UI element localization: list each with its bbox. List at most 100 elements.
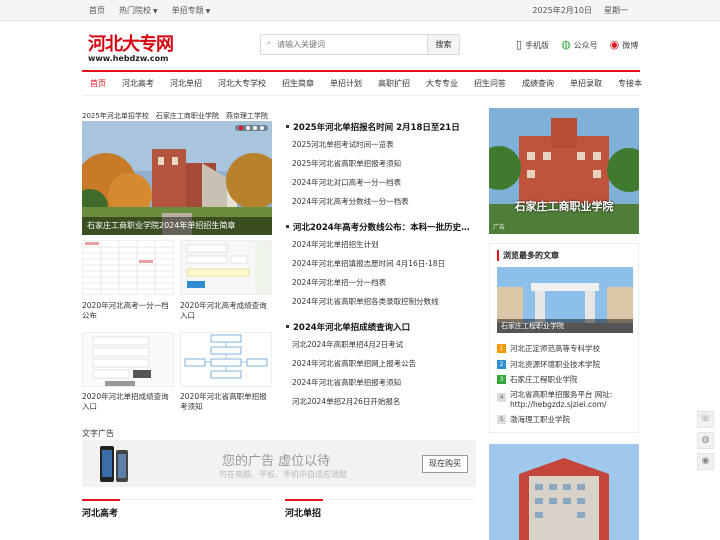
news-item[interactable]: 2025河北单招考试时间一览表 bbox=[285, 135, 475, 154]
top-link-single-topic[interactable]: 单招专题 ▼ bbox=[172, 5, 211, 16]
news-item[interactable]: 2024年河北省高职单招报考须知 bbox=[285, 373, 475, 392]
list-item[interactable]: 3 石家庄工程职业学院 bbox=[497, 372, 637, 388]
nav-item-majors[interactable]: 大专专业 bbox=[418, 72, 466, 95]
news-item[interactable]: 2024年河北单招一分一档表 bbox=[285, 273, 475, 292]
most-viewed-box: 浏览最多的文章 石家庄工程职业学院 1 河北正定师范高等专科学校 2 河北资源环境职… bbox=[489, 243, 639, 433]
right-school-image[interactable] bbox=[489, 444, 639, 540]
slide-dot[interactable] bbox=[246, 126, 250, 130]
section-accent bbox=[82, 499, 120, 501]
list-item[interactable]: 5 渤海理工职业学院 bbox=[497, 412, 637, 428]
thumb-caption[interactable]: 2020年河北单招成绩查询入口 bbox=[82, 392, 174, 412]
nav-item-danzhao[interactable]: 河北单招 bbox=[162, 72, 210, 95]
top-date: 2025年2月10日 bbox=[532, 6, 592, 15]
news-item[interactable]: 2024年河北单招填报志愿时间 4月16日-18日 bbox=[285, 254, 475, 273]
mobile-link[interactable]: ▯ 手机版 bbox=[516, 38, 549, 51]
site-logo[interactable]: 河北大专网 www.hebdzw.com bbox=[88, 30, 184, 63]
ad-main-text: 您的广告 虚位以待 bbox=[222, 454, 331, 469]
thumb-caption[interactable]: 2020年河北高考成绩查询入口 bbox=[180, 301, 272, 321]
section-title[interactable]: 河北高考 bbox=[82, 506, 118, 519]
news-item[interactable]: 2024年河北省高职单招网上报考公告 bbox=[285, 354, 475, 373]
logo-title: 河北大专网 bbox=[88, 34, 174, 55]
text-ad-box[interactable]: 您的广告 虚位以待 可在电脑、平板、手机中自适应调整 现在购买 bbox=[82, 440, 476, 487]
news-item[interactable]: 2024年河北单招招生计划 bbox=[285, 235, 475, 254]
nav-item-qa[interactable]: 招生问答 bbox=[466, 72, 514, 95]
list-item[interactable]: 4 河北省高职单招服务平台 网址: http://hebgzdz.sjziei.c… bbox=[497, 388, 637, 412]
mobile-icon: ▯ bbox=[516, 38, 523, 51]
top-bar: 首页 热门院校 ▼ 单招专题 ▼ 2025年2月10日 星期一 bbox=[0, 0, 720, 21]
nav-item-schools[interactable]: 河北大专学校 bbox=[210, 72, 274, 95]
main-nav: 首页 河北高考 河北单招 河北大专学校 招生简章 单招计划 高职扩招 大专专业 … bbox=[82, 70, 642, 96]
list-item-label: 河北资源环境职业技术学院 bbox=[510, 359, 600, 369]
nav-item-upgrade[interactable]: 专接本 bbox=[610, 72, 650, 95]
flowchart-image bbox=[181, 333, 271, 386]
weibo-link[interactable]: ◉ 微博 bbox=[610, 38, 639, 51]
wechat-icon: ◍ bbox=[561, 38, 571, 51]
mobile-label: 手机版 bbox=[525, 41, 550, 50]
search-input[interactable] bbox=[277, 35, 427, 54]
section-title[interactable]: 河北单招 bbox=[285, 506, 321, 519]
nav-item-brochure[interactable]: 招生简章 bbox=[274, 72, 322, 95]
news-item[interactable]: 河北2024年高职单招4月2日考试 bbox=[285, 335, 475, 354]
building-photo bbox=[489, 444, 639, 540]
thumb-danzhao-query[interactable] bbox=[82, 332, 174, 387]
form-image bbox=[181, 241, 271, 294]
right-ad-banner[interactable]: 石家庄工商职业学院 广告 bbox=[489, 108, 639, 234]
sub-tabs: 2025年河北单招学校 石家庄工商职业学院 燕京理工学院 bbox=[82, 111, 268, 121]
sub-tab[interactable]: 石家庄工商职业学院 bbox=[156, 111, 219, 121]
list-item-label: 河北省高职单招服务平台 网址: http://hebgzdz.sjziei.co… bbox=[510, 389, 613, 409]
wechat-float-icon[interactable]: ◍ bbox=[697, 432, 714, 449]
rank-badge: 1 bbox=[497, 344, 506, 353]
news-headline[interactable]: 2024年河北单招成绩查询入口 bbox=[285, 321, 475, 335]
weibo-float-icon[interactable]: ◉ bbox=[697, 453, 714, 470]
top-link-hot-schools[interactable]: 热门院校 ▼ bbox=[119, 5, 158, 16]
wechat-label: 公众号 bbox=[573, 41, 598, 50]
section-danzhao: 河北单招 bbox=[285, 499, 475, 519]
search-button[interactable]: 搜索 bbox=[427, 35, 459, 54]
right-banner-title: 石家庄工商职业学院 bbox=[514, 200, 614, 213]
ad-sub-text: 可在电脑、平板、手机中自适应调整 bbox=[219, 470, 347, 479]
slide-dot[interactable] bbox=[253, 126, 257, 130]
thumb-guide[interactable] bbox=[180, 332, 272, 387]
nav-item-gaokao[interactable]: 河北高考 bbox=[114, 72, 162, 95]
most-viewed-caption: 石家庄工程职业学院 bbox=[497, 319, 633, 333]
news-headline[interactable]: 2025年河北单招报名时间 2月18日至21日 bbox=[285, 121, 475, 135]
section-gaokao: 河北高考 bbox=[82, 499, 272, 519]
sub-tab[interactable]: 燕京理工学院 bbox=[226, 111, 268, 121]
buy-now-button[interactable]: 现在购买 bbox=[422, 455, 468, 473]
top-link-home[interactable]: 首页 bbox=[89, 5, 105, 16]
top-weekday: 星期一 bbox=[604, 6, 628, 15]
thumb-score-query[interactable] bbox=[180, 240, 272, 295]
rank-badge: 2 bbox=[497, 359, 506, 369]
weibo-icon: ◉ bbox=[609, 38, 620, 51]
slide-banner[interactable]: 石家庄工商职业学院2024年单招招生简章 bbox=[82, 121, 272, 235]
thumb-caption[interactable]: 2020年河北高考一分一档公布 bbox=[82, 301, 174, 321]
most-viewed-image[interactable]: 石家庄工程职业学院 bbox=[497, 267, 633, 333]
nav-item-admission[interactable]: 单招录取 bbox=[562, 72, 610, 95]
news-item[interactable]: 河北2024单招2月26日开始报名 bbox=[285, 392, 475, 411]
rank-badge: 5 bbox=[497, 414, 506, 424]
thumb-score-table[interactable] bbox=[82, 240, 174, 295]
news-item[interactable]: 2024年河北高考分数线一分一档表 bbox=[285, 192, 475, 211]
phone-float-icon[interactable]: ☏ bbox=[697, 411, 714, 428]
list-item[interactable]: 2 河北资源环境职业技术学院 bbox=[497, 357, 637, 373]
nav-item-expansion[interactable]: 高职扩招 bbox=[370, 72, 418, 95]
nav-item-home[interactable]: 首页 bbox=[82, 72, 114, 95]
form-image bbox=[83, 333, 173, 386]
thumb-caption[interactable]: 2020年河北省高职单招报考须知 bbox=[180, 392, 272, 412]
score-table-image bbox=[83, 241, 173, 294]
sub-tab[interactable]: 2025年河北单招学校 bbox=[82, 111, 149, 121]
nav-item-scores[interactable]: 成绩查询 bbox=[514, 72, 562, 95]
rank-badge: 4 bbox=[497, 392, 506, 402]
news-item[interactable]: 2025年河北省高职单招报考须知 bbox=[285, 154, 475, 173]
nav-item-plan[interactable]: 单招计划 bbox=[322, 72, 370, 95]
slide-dot[interactable] bbox=[239, 126, 243, 130]
news-item[interactable]: 2024年河北省高职单招各类录取控制分数线 bbox=[285, 292, 475, 311]
list-item[interactable]: 1 河北正定师范高等专科学校 bbox=[497, 341, 637, 357]
chevron-down-icon: ▼ bbox=[153, 8, 158, 15]
news-item[interactable]: 2024年河北对口高考一分一档表 bbox=[285, 173, 475, 192]
news-headline[interactable]: 河北2024年高考分数线公布：本科一批历史… bbox=[285, 221, 475, 235]
rank-badge: 3 bbox=[497, 375, 506, 384]
wechat-link[interactable]: ◍ 公众号 bbox=[561, 38, 598, 51]
most-viewed-title: 浏览最多的文章 bbox=[497, 250, 559, 261]
slide-dot[interactable] bbox=[260, 126, 264, 130]
